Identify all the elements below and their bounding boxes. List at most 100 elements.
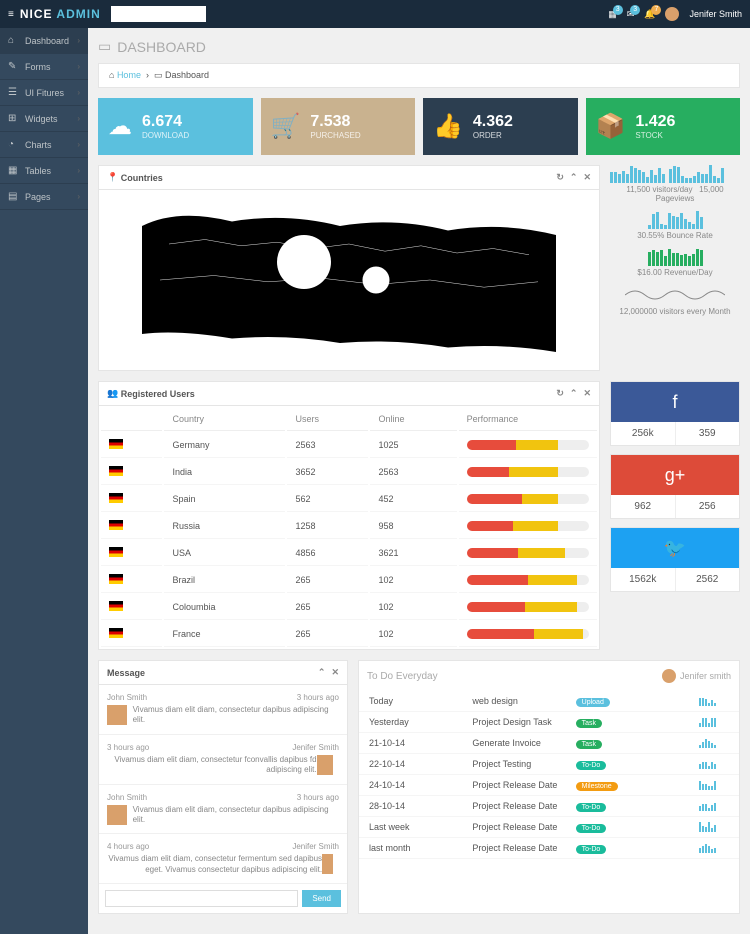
avatar — [107, 805, 127, 825]
forms-icon: ✎ — [8, 61, 20, 72]
table-row[interactable]: Coloumbia265102 — [101, 595, 597, 620]
card-icon: 👍 — [433, 112, 463, 141]
todo-panel: To Do Everyday Jenifer smith Todayweb de… — [358, 660, 740, 914]
close-icon[interactable]: ✕ — [583, 172, 591, 183]
flag-icon — [109, 493, 123, 503]
tw-icon: 🐦 — [611, 528, 739, 568]
stat-card-stock[interactable]: 📦1.426STOCK — [586, 98, 741, 155]
stat-bounce: 30.55% Bounce Rate — [610, 211, 740, 240]
stat-card-order[interactable]: 👍4.362ORDER — [423, 98, 578, 155]
avatar — [317, 755, 333, 775]
search-input[interactable] — [111, 6, 206, 22]
card-icon: 🛒 — [271, 112, 301, 141]
world-map[interactable] — [99, 190, 599, 370]
sparkline — [699, 780, 729, 790]
todo-item[interactable]: Todayweb designUpload — [359, 691, 739, 712]
ui fitures-icon: ☰ — [8, 87, 20, 98]
users-icon: 👥 — [107, 388, 118, 399]
sidebar-item-forms[interactable]: ✎Forms› — [0, 54, 88, 80]
refresh-icon[interactable]: ↻ — [556, 388, 564, 399]
todo-item[interactable]: last monthProject Release DateTo-Do — [359, 838, 739, 859]
flag-icon — [109, 574, 123, 584]
todo-item[interactable]: Last weekProject Release DateTo-Do — [359, 817, 739, 838]
sparkline — [699, 696, 729, 706]
table-row[interactable]: Spain562452 — [101, 487, 597, 512]
todo-item[interactable]: 22-10-14Project TestingTo-Do — [359, 754, 739, 775]
message-input[interactable] — [105, 890, 298, 907]
collapse-icon[interactable]: ⌃ — [570, 388, 578, 399]
widgets-icon: ⊞ — [8, 113, 20, 124]
card-icon: 📦 — [596, 112, 626, 141]
social-fb[interactable]: f256k359 — [610, 381, 740, 446]
tables-icon: ▦ — [8, 165, 20, 176]
message-item: John Smith3 hours agoVivamus diam elit d… — [99, 685, 347, 735]
top-header: ≡ NICE ADMIN ▦3 ✉3 🔔7 Jenifer Smith — [0, 0, 750, 28]
collapse-icon[interactable]: ⌃ — [318, 667, 326, 678]
table-row[interactable]: USA48563621 — [101, 541, 597, 566]
todo-item[interactable]: 28-10-14Project Release DateTo-Do — [359, 796, 739, 817]
user-name[interactable]: Jenifer Smith — [689, 9, 742, 19]
stat-revenue: $16.00 Revenue/Day — [610, 248, 740, 277]
sparkline — [699, 801, 729, 811]
sparkline — [699, 759, 729, 769]
send-button[interactable]: Send — [302, 890, 341, 907]
flag-icon — [109, 601, 123, 611]
table-row[interactable]: India36522563 — [101, 460, 597, 485]
refresh-icon[interactable]: ↻ — [556, 172, 564, 183]
fb-icon: f — [611, 382, 739, 422]
table-row[interactable]: Russia1258958 — [101, 514, 597, 539]
sparkline — [699, 717, 729, 727]
card-icon: ☁ — [108, 112, 132, 141]
monitor-icon: ▭ — [98, 38, 111, 55]
sidebar-item-pages[interactable]: ▤Pages› — [0, 184, 88, 210]
pages-icon: ▤ — [8, 191, 20, 202]
pin-icon: 📍 — [107, 172, 118, 183]
close-icon[interactable]: ✕ — [583, 388, 591, 399]
social-tw[interactable]: 🐦1562k2562 — [610, 527, 740, 592]
dashboard-icon: ⌂ — [8, 35, 20, 46]
sparkline — [699, 822, 729, 832]
stat-card-download[interactable]: ☁6.674DOWNLOAD — [98, 98, 253, 155]
charts-icon: ◔ — [8, 139, 20, 150]
sparkline — [699, 738, 729, 748]
avatar — [107, 705, 127, 725]
flag-icon — [109, 466, 123, 476]
users-panel: 👥 Registered Users ↻ ⌃ ✕ CountryUsersOnl… — [98, 381, 600, 650]
table-row[interactable]: Germany25631025 — [101, 433, 597, 458]
stat-monthly: 12,000000 visitors every Month — [610, 285, 740, 316]
todo-item[interactable]: YesterdayProject Design TaskTask — [359, 712, 739, 733]
collapse-icon[interactable]: ⌃ — [570, 172, 578, 183]
page-title: ▭ DASHBOARD — [98, 38, 740, 55]
avatar[interactable] — [665, 7, 679, 21]
todo-item[interactable]: 24-10-14Project Release DateMilestone — [359, 775, 739, 796]
table-row[interactable]: Brazil265102 — [101, 568, 597, 593]
sidebar: ⌂Dashboard›✎Forms›☰UI Fitures›⊞Widgets›◔… — [0, 28, 88, 934]
sidebar-item-dashboard[interactable]: ⌂Dashboard› — [0, 28, 88, 54]
message-item: 3 hours agoJenifer SmithVivamus diam eli… — [99, 735, 347, 785]
stat-card-purchased[interactable]: 🛒7.538PURCHASED — [261, 98, 416, 155]
avatar — [322, 854, 333, 874]
gp-icon: g+ — [611, 455, 739, 495]
menu-icon[interactable]: ≡ — [8, 9, 14, 20]
sidebar-item-ui fitures[interactable]: ☰UI Fitures› — [0, 80, 88, 106]
logo[interactable]: NICE ADMIN — [20, 7, 101, 21]
close-icon[interactable]: ✕ — [331, 667, 339, 678]
breadcrumb-home[interactable]: Home — [117, 70, 141, 80]
flag-icon — [109, 628, 123, 638]
mail-icon[interactable]: ✉3 — [627, 9, 635, 20]
countries-panel: 📍 Countries ↻ ⌃ ✕ — [98, 165, 600, 371]
flag-icon — [109, 439, 123, 449]
table-row[interactable]: France265102 — [101, 622, 597, 647]
sidebar-item-charts[interactable]: ◔Charts› — [0, 132, 88, 158]
message-item: 4 hours agoJenifer SmithVivamus diam eli… — [99, 834, 347, 884]
breadcrumb: ⌂ Home › ▭ Dashboard — [98, 63, 740, 88]
social-gp[interactable]: g+962256 — [610, 454, 740, 519]
bell-icon[interactable]: 🔔7 — [644, 9, 655, 20]
todo-item[interactable]: 21-10-14Generate InvoiceTask — [359, 733, 739, 754]
message-panel: Message ⌃ ✕ John Smith3 hours agoVivamus… — [98, 660, 348, 914]
avatar — [662, 669, 676, 683]
flag-icon — [109, 520, 123, 530]
tasks-icon[interactable]: ▦3 — [608, 9, 617, 20]
sidebar-item-widgets[interactable]: ⊞Widgets› — [0, 106, 88, 132]
sidebar-item-tables[interactable]: ▦Tables› — [0, 158, 88, 184]
